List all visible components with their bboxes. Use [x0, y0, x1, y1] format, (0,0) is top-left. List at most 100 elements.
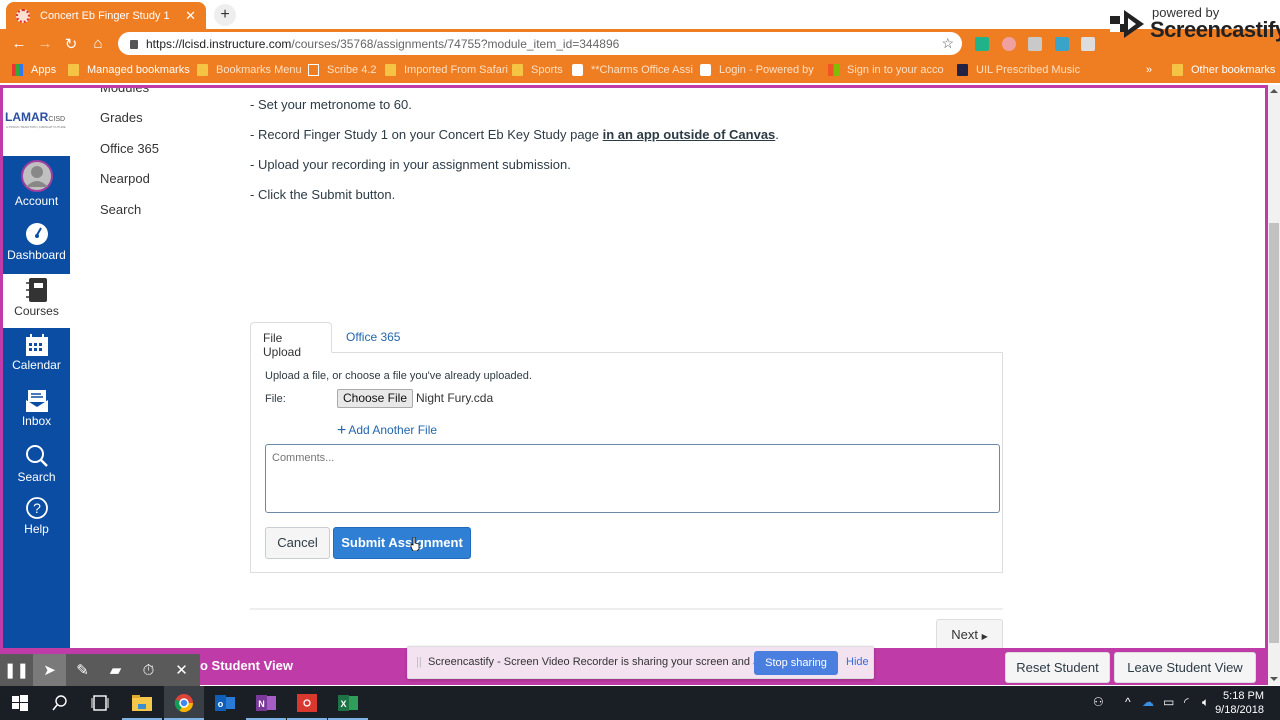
reset-student-button[interactable]: Reset Student [1005, 652, 1110, 683]
course-nav-nearpod[interactable]: Nearpod [100, 171, 150, 186]
url-path: /courses/35768/assignments/74755?module_… [291, 36, 620, 51]
page-icon [308, 64, 319, 76]
close-icon[interactable]: ✕ [165, 654, 198, 686]
nav-account[interactable]: Account [3, 160, 70, 214]
screencastify-watermark: powered by Screencastify [1108, 2, 1280, 48]
nav-calendar[interactable]: Calendar [3, 334, 70, 384]
screencastify-brand: Screencastify [1150, 17, 1280, 42]
bookmark-imported-safari[interactable]: Imported From Safari [385, 64, 508, 76]
system-clock[interactable]: 5:18 PM 9/18/2018 [1215, 689, 1264, 717]
cancel-button[interactable]: Cancel [265, 527, 330, 559]
leave-student-view-button[interactable]: Leave Student View [1114, 652, 1256, 683]
course-nav-modules[interactable]: Modules [100, 88, 149, 95]
onenote-icon[interactable]: N [246, 686, 286, 720]
home-icon[interactable]: ⌂ [89, 35, 107, 52]
nav-search[interactable]: Search [3, 444, 70, 494]
account-avatar-icon [20, 160, 53, 192]
page-scrollbar[interactable] [1268, 85, 1280, 685]
instruction-line: - Upload your recording in your assignme… [250, 157, 571, 172]
outlook-icon[interactable]: o [205, 686, 245, 720]
pointer-icon[interactable]: ➤ [33, 654, 66, 686]
bookmark-managed[interactable]: Managed bookmarks [68, 64, 190, 76]
battery-icon[interactable]: ▭ [1163, 695, 1174, 709]
browser-tab-active[interactable]: Concert Eb Finger Study 1 ✕ [6, 2, 206, 29]
bookmark-other[interactable]: Other bookmarks [1172, 64, 1275, 76]
folder-icon [1172, 64, 1183, 76]
inbox-icon [25, 390, 48, 412]
scroll-up-icon[interactable] [1270, 89, 1278, 93]
hand-cursor-icon [410, 537, 420, 551]
tab-close-icon[interactable]: ✕ [185, 8, 196, 24]
course-nav-office365[interactable]: Office 365 [100, 141, 159, 156]
volume-icon[interactable]: 🔈︎ [1202, 695, 1209, 710]
course-nav-grades[interactable]: Grades [100, 110, 143, 125]
back-icon[interactable]: ← [10, 35, 28, 52]
course-nav-search[interactable]: Search [100, 202, 141, 217]
scroll-down-icon[interactable] [1270, 677, 1278, 681]
drag-grip-icon[interactable]: || [416, 656, 422, 668]
tab-office-365[interactable]: Office 365 [334, 322, 412, 353]
extension-grid-icon[interactable] [1081, 37, 1095, 51]
recorder-icon[interactable] [287, 686, 327, 720]
bookmark-sports[interactable]: Sports [512, 64, 563, 76]
extension-record-icon[interactable] [1002, 37, 1016, 51]
outside-app-link[interactable]: in an app outside of Canvas [603, 127, 776, 142]
excel-icon[interactable]: X [328, 686, 368, 720]
people-icon[interactable]: ⚇ [1093, 695, 1104, 709]
show-hidden-icons-chevron-icon[interactable]: ^ [1125, 695, 1131, 709]
screencastify-logo-icon [1110, 10, 1144, 38]
next-button[interactable]: Next ▶ [936, 619, 1003, 648]
extension-cloud-icon[interactable] [1055, 37, 1069, 51]
eraser-icon[interactable]: ▰ [99, 654, 132, 686]
new-tab-button[interactable]: + [214, 4, 236, 26]
task-view-icon[interactable] [80, 686, 120, 720]
comments-textarea[interactable] [265, 444, 1000, 513]
file-explorer-icon[interactable] [122, 686, 162, 720]
bookmark-scribe[interactable]: Scribe 4.2 [308, 64, 377, 76]
timer-icon[interactable]: ⏱ [132, 654, 165, 686]
forward-icon[interactable]: → [36, 35, 54, 52]
bookmarks-bar: Apps Managed bookmarks Bookmarks Menu Sc… [0, 58, 1280, 83]
folder-icon [197, 64, 208, 76]
lamar-cisd-logo[interactable]: LAMARCISD A PROUD TRADITION | A BRIGHT F… [3, 88, 70, 156]
extension-print-icon[interactable] [1028, 37, 1042, 51]
search-icon[interactable] [40, 686, 80, 720]
bookmark-menu[interactable]: Bookmarks Menu [197, 64, 302, 76]
nav-inbox[interactable]: Inbox [3, 390, 70, 440]
bookmark-apps[interactable]: Apps [12, 64, 56, 76]
upload-hint: Upload a file, or choose a file you've a… [265, 370, 532, 382]
add-another-file-link[interactable]: + Add Another File [337, 421, 437, 439]
extension-c-icon[interactable] [975, 37, 989, 51]
instruction-line: - Set your metronome to 60. [250, 97, 412, 112]
clock-time: 5:18 PM [1223, 690, 1264, 702]
nav-help[interactable]: ? Help [3, 496, 70, 546]
instruction-line: - Click the Submit button. [250, 187, 396, 202]
windows-start-icon[interactable] [0, 686, 40, 720]
content-divider [250, 608, 1003, 610]
bookmark-star-icon[interactable]: ☆ [941, 35, 954, 52]
pen-icon[interactable]: ✎ [66, 654, 99, 686]
chrome-icon[interactable] [164, 686, 204, 720]
bookmark-sign-in[interactable]: Sign in to your acco [828, 64, 944, 76]
choose-file-button[interactable]: Choose File [337, 389, 413, 408]
scrollbar-thumb[interactable] [1269, 223, 1279, 643]
hide-button[interactable]: Hide [846, 656, 869, 668]
tab-title: Concert Eb Finger Study 1 [40, 9, 170, 22]
onedrive-icon[interactable]: ☁ [1142, 695, 1154, 709]
address-bar[interactable]: https://lcisd.instructure.com/courses/35… [118, 32, 962, 55]
nav-courses[interactable]: Courses [3, 274, 70, 328]
sharing-message: Screencastify - Screen Video Recorder is… [428, 656, 784, 668]
pause-icon[interactable]: ❚❚ [0, 654, 33, 686]
bookmark-uil[interactable]: UIL Prescribed Music [957, 64, 1080, 76]
wifi-icon[interactable]: ◜ [1184, 695, 1189, 709]
caret-right-icon: ▶ [981, 632, 988, 641]
stop-sharing-button[interactable]: Stop sharing [754, 651, 838, 675]
tab-file-upload[interactable]: File Upload [250, 322, 332, 359]
nav-dashboard[interactable]: Dashboard [3, 222, 70, 272]
folder-icon [385, 64, 396, 76]
bookmark-charms[interactable]: **Charms Office Assi [572, 64, 693, 76]
bookmark-login[interactable]: Login - Powered by [700, 64, 814, 76]
reload-icon[interactable]: ↻ [62, 35, 80, 53]
more-bookmarks-button[interactable]: » [1146, 64, 1152, 76]
submit-assignment-button[interactable]: Submit Assignment [333, 527, 471, 559]
